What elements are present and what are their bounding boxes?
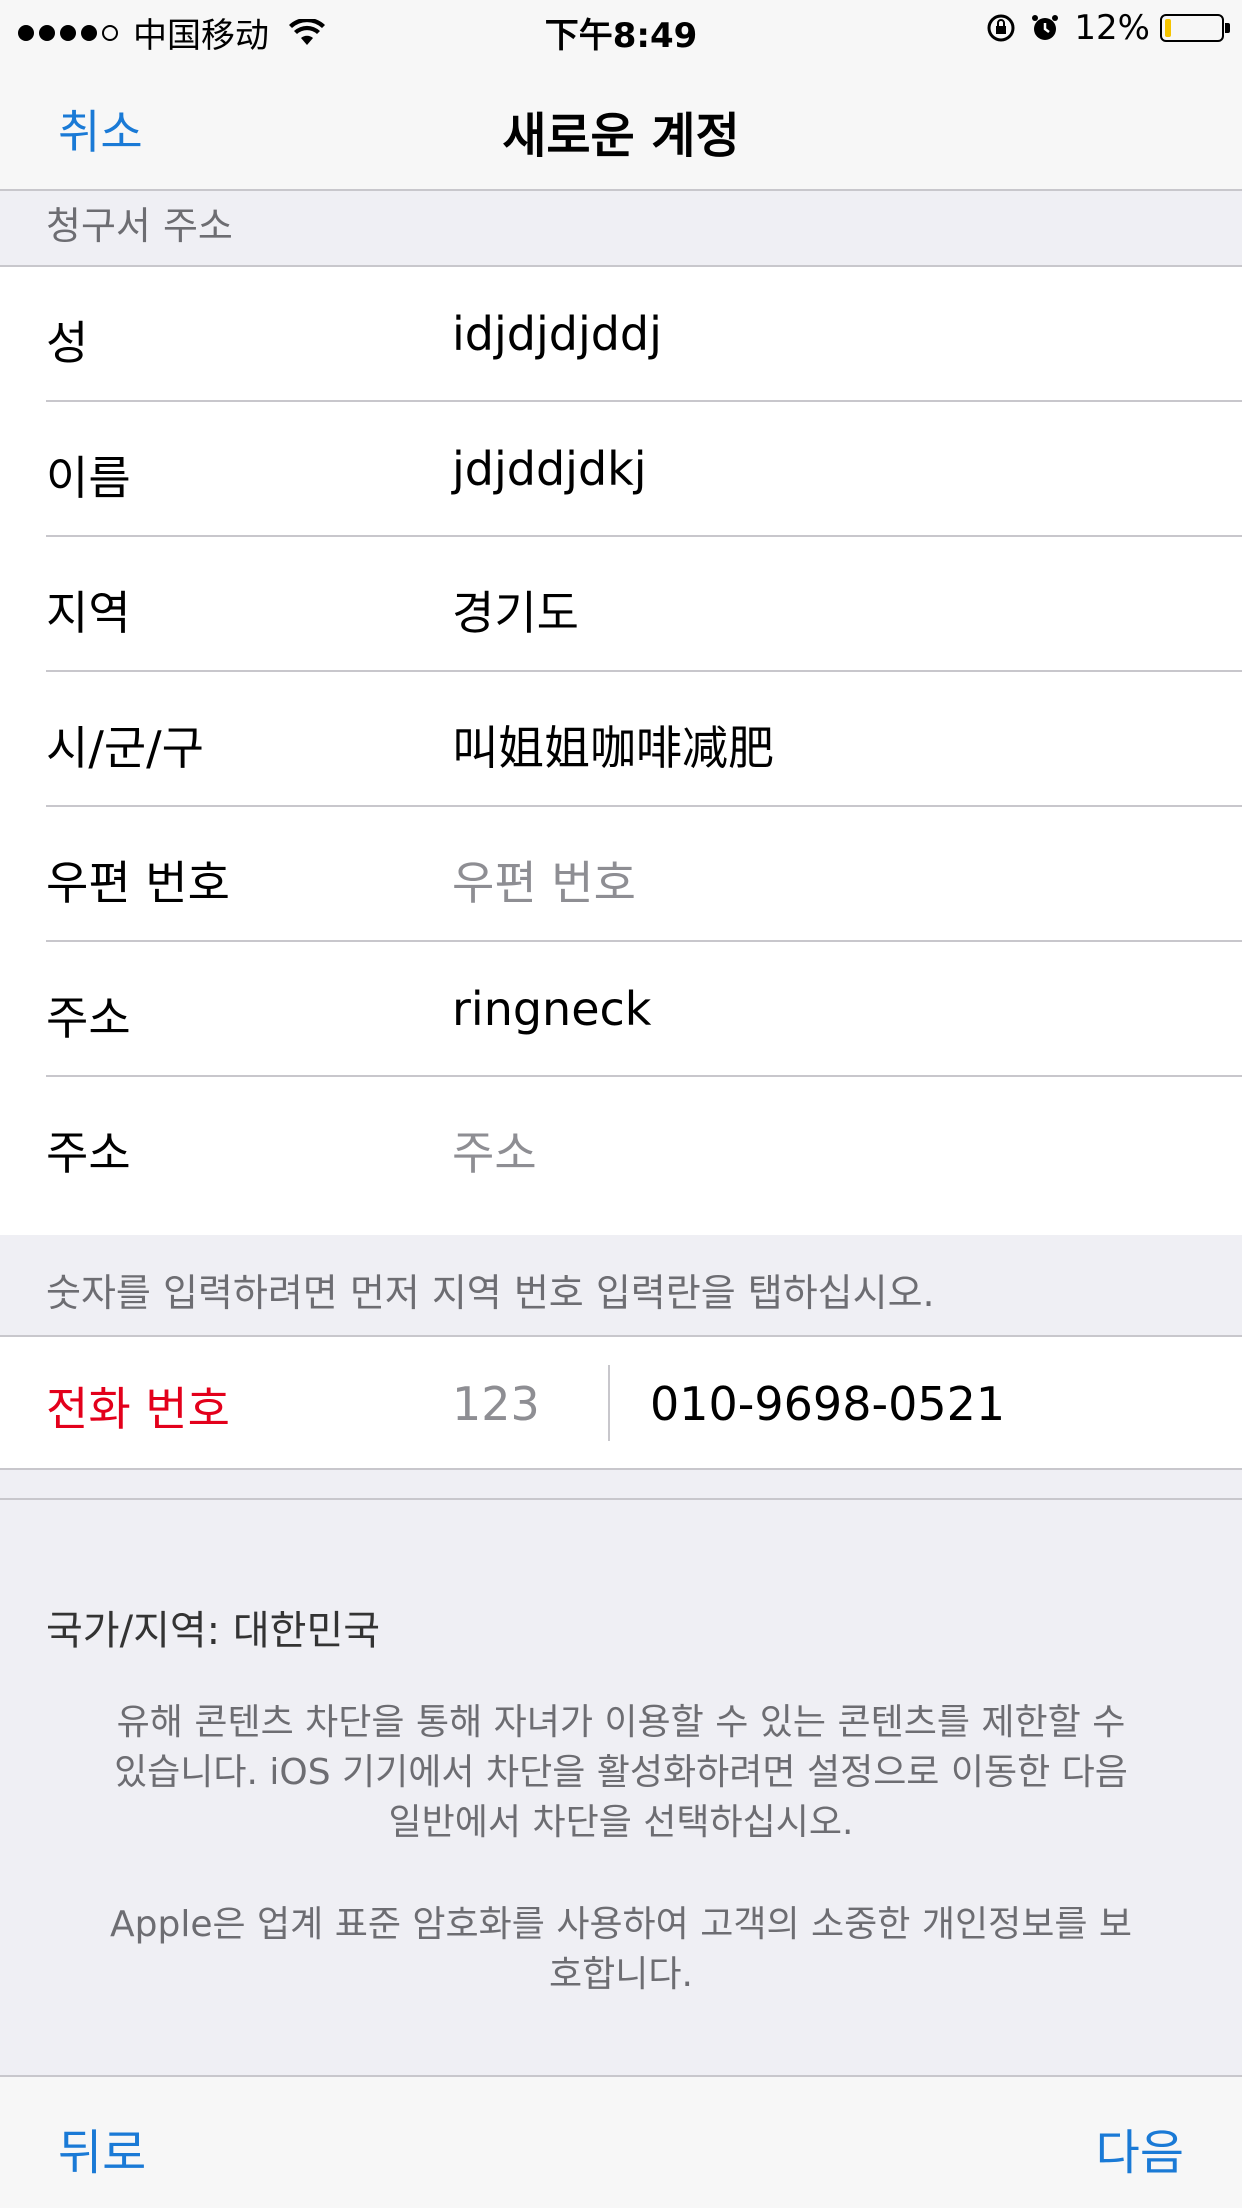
region-field[interactable]: 경기도 — [452, 577, 579, 643]
billing-address-form: 성 idjdjdjddj 이름 jdjddjdkj 지역 경기도 시/군/구 叫… — [0, 267, 1242, 1235]
postal-code-label: 우편 번호 — [46, 856, 230, 910]
footer-info: 국가/지역: 대한민국 유해 콘텐츠 차단을 통해 자녀가 이용할 수 있는 콘… — [0, 1470, 1242, 2075]
region-row[interactable]: 지역 경기도 — [0, 537, 1242, 672]
postal-code-row[interactable]: 우편 번호 우편 번호 — [0, 807, 1242, 942]
first-name-label: 이름 — [46, 451, 131, 505]
last-name-label: 성 — [46, 316, 89, 370]
page-title: 새로운 계정 — [502, 108, 740, 164]
battery-level-fill — [1165, 19, 1171, 37]
bottom-toolbar: 뒤로 다음 — [0, 2075, 1242, 2208]
section-header-label: 청구서 주소 — [46, 204, 233, 248]
postal-code-field[interactable]: 우편 번호 — [452, 847, 636, 913]
city-row[interactable]: 시/군/구 叫姐姐咖啡减肥 — [0, 672, 1242, 807]
city-label: 시/군/구 — [46, 721, 204, 775]
address-line2-label: 주소 — [46, 1126, 131, 1180]
phone-hint-text: 숫자를 입력하려면 먼저 지역 번호 입력란을 탭하십시오. — [46, 1271, 935, 1315]
parental-controls-line-3: 일반에서 차단을 선택하십시오. — [388, 1802, 854, 1843]
parental-controls-line-2: 있습니다. iOS 기기에서 차단을 활성화하려면 설정으로 이동한 다음 — [114, 1752, 1128, 1793]
back-button[interactable]: 뒤로 — [58, 2113, 146, 2183]
address-line2-row[interactable]: 주소 주소 — [0, 1077, 1242, 1212]
address-line1-label: 주소 — [46, 991, 131, 1045]
next-button[interactable]: 다음 — [1096, 2113, 1184, 2183]
last-name-row[interactable]: 성 idjdjdjddj — [0, 267, 1242, 402]
address-line1-row[interactable]: 주소 ringneck — [0, 942, 1242, 1077]
status-right: 12% — [986, 8, 1230, 48]
region-label: 지역 — [46, 586, 131, 640]
first-name-field[interactable]: jdjddjdkj — [452, 442, 647, 496]
phone-number-label: 전화 번호 — [46, 1382, 230, 1436]
rotation-lock-icon — [987, 14, 1015, 42]
divider — [0, 1498, 1242, 1500]
alarm-icon — [1032, 15, 1059, 40]
address-line1-field[interactable]: ringneck — [452, 982, 651, 1036]
privacy-notice-line-1: Apple은 업계 표준 암호화를 사용하여 고객의 소중한 개인정보를 보 — [109, 1904, 1133, 1945]
area-code-field[interactable]: 123 — [452, 1377, 540, 1431]
battery-percent: 12% — [1074, 8, 1150, 48]
phone-number-field[interactable]: 010-9698-0521 — [650, 1377, 1005, 1431]
first-name-row[interactable]: 이름 jdjddjdkj — [0, 402, 1242, 537]
battery-icon — [1160, 14, 1230, 42]
field-divider — [608, 1365, 610, 1441]
city-field[interactable]: 叫姐姐咖啡减肥 — [452, 712, 774, 778]
navigation-bar: 취소 새로운 계정 — [0, 60, 1242, 191]
address-line2-field[interactable]: 주소 — [452, 1117, 537, 1183]
status-bar: 中国移动 下午8:49 12% — [0, 0, 1242, 60]
parental-controls-line-1: 유해 콘텐츠 차단을 통해 자녀가 이용할 수 있는 콘텐츠를 제한할 수 — [116, 1702, 1126, 1743]
last-name-field[interactable]: idjdjdjddj — [452, 307, 662, 361]
phone-number-row: 전화 번호 123 010-9698-0521 — [0, 1335, 1242, 1470]
country-region-text: 국가/지역: 대한민국 — [46, 1608, 381, 1654]
privacy-notice-line-2: 호합니다. — [549, 1954, 693, 1995]
section-header-billing-address: 청구서 주소 — [0, 191, 1242, 267]
